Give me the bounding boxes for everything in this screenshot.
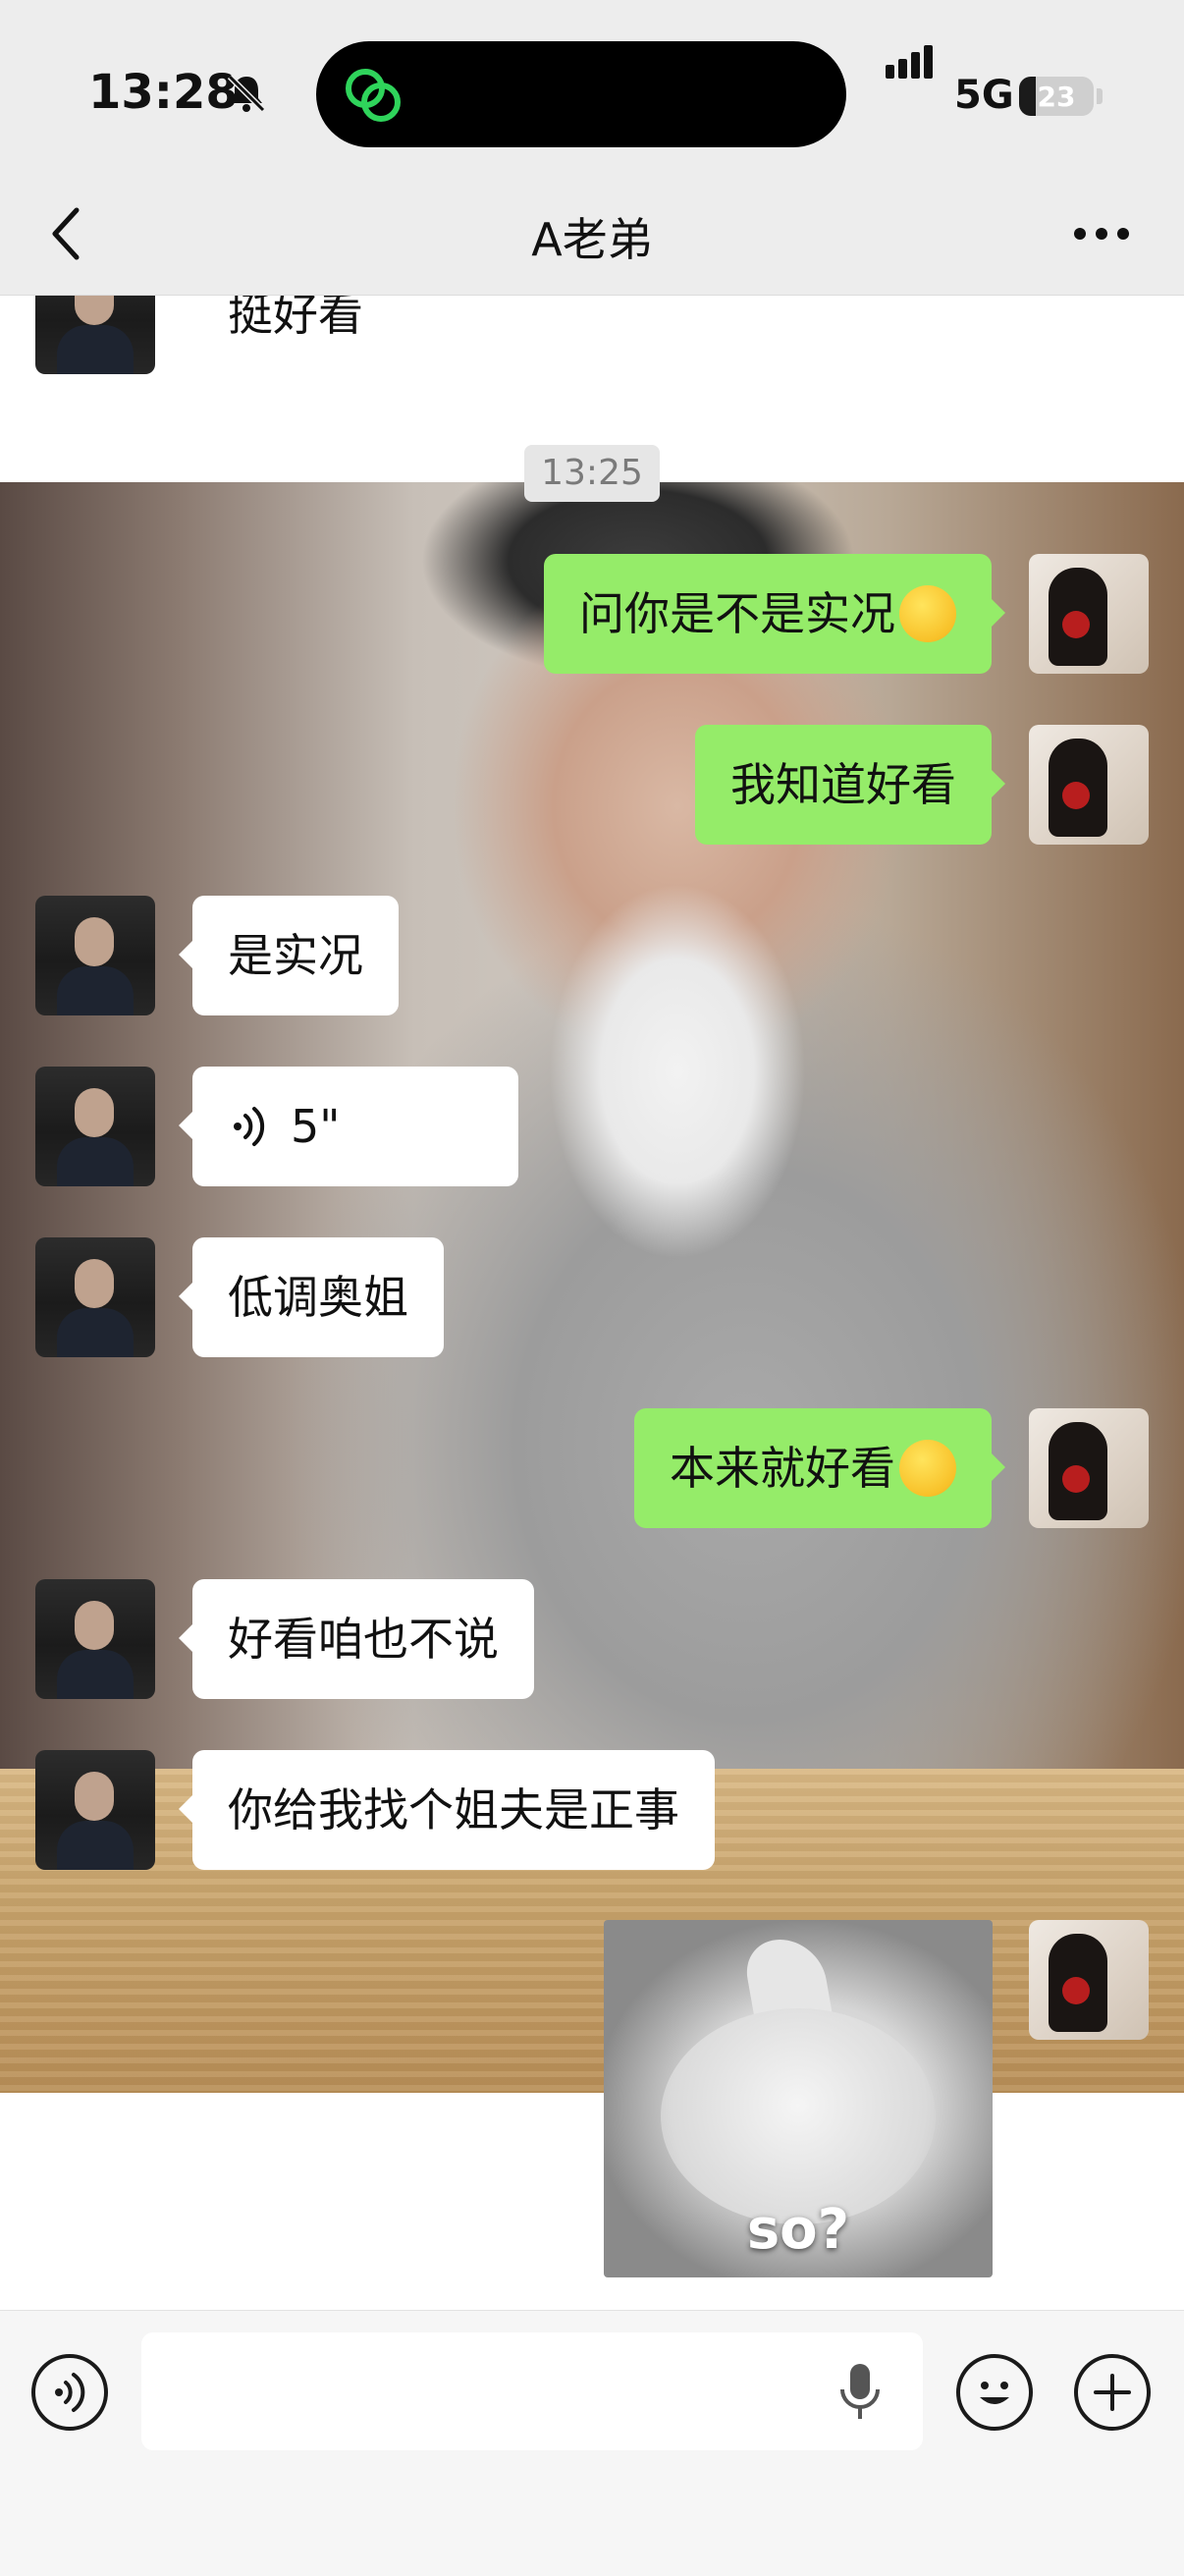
plus-button[interactable] bbox=[1074, 2354, 1151, 2431]
incoming-message[interactable]: 是实况 bbox=[179, 896, 399, 1015]
emoji-icon bbox=[980, 2382, 1009, 2404]
status-bar: 13:28 5G 23 bbox=[0, 0, 1184, 177]
outgoing-message[interactable]: 问你是不是实况 bbox=[544, 554, 1005, 674]
incoming-message[interactable]: 你给我找个姐夫是正事 bbox=[179, 1750, 715, 1870]
battery-tip bbox=[1097, 88, 1103, 104]
my-avatar[interactable] bbox=[1029, 554, 1149, 674]
plus-icon bbox=[1094, 2374, 1131, 2411]
voice-message[interactable]: 5" bbox=[179, 1067, 518, 1186]
chat-area[interactable]: 挺好看 13:25 问你是不是实况 我知道好看 是实况 5" 低调奥姐 本来就好… bbox=[0, 296, 1184, 2309]
battery-icon: 23 bbox=[1019, 77, 1094, 116]
message-text: 问你是不是实况 bbox=[579, 587, 895, 640]
contact-avatar[interactable] bbox=[35, 1237, 155, 1357]
voice-mode-button[interactable] bbox=[31, 2354, 108, 2431]
dynamic-island bbox=[316, 41, 846, 147]
contact-avatar[interactable] bbox=[35, 296, 155, 374]
my-avatar[interactable] bbox=[1029, 1920, 1149, 2040]
incoming-message[interactable]: 挺好看 bbox=[179, 296, 399, 374]
chat-title: A老弟 bbox=[531, 213, 653, 266]
outgoing-message[interactable]: 本来就好看 bbox=[634, 1408, 1005, 1528]
battery-level: 23 bbox=[1037, 81, 1076, 113]
message-timestamp: 13:25 bbox=[524, 445, 660, 502]
bell-muted-icon bbox=[227, 74, 266, 113]
contact-avatar[interactable] bbox=[35, 1579, 155, 1699]
my-avatar[interactable] bbox=[1029, 725, 1149, 845]
voice-mode-icon bbox=[55, 2373, 85, 2412]
contact-avatar[interactable] bbox=[35, 896, 155, 1015]
incoming-message[interactable]: 低调奥姐 bbox=[179, 1237, 444, 1357]
microphone-icon[interactable] bbox=[833, 2358, 888, 2427]
contact-avatar[interactable] bbox=[35, 1750, 155, 1870]
voice-wave-icon bbox=[234, 1107, 265, 1146]
smirk-emoji bbox=[899, 1439, 956, 1497]
more-dots-icon[interactable] bbox=[1074, 228, 1129, 244]
cat-sticker-image[interactable]: so? bbox=[604, 1920, 993, 2277]
laughing-tears-emoji bbox=[899, 584, 956, 642]
network-label: 5G bbox=[954, 73, 1014, 118]
emoji-button[interactable] bbox=[956, 2354, 1033, 2431]
voice-duration: 5" bbox=[291, 1100, 341, 1153]
outgoing-message[interactable]: 我知道好看 bbox=[695, 725, 1005, 845]
contact-avatar[interactable] bbox=[35, 1067, 155, 1186]
message-input[interactable] bbox=[141, 2332, 923, 2450]
wechat-audio-icon bbox=[346, 69, 401, 122]
input-bar bbox=[0, 2310, 1184, 2576]
sticker-caption: so? bbox=[746, 2198, 850, 2262]
sticker-cat-face bbox=[661, 2008, 936, 2224]
status-time: 13:28 bbox=[88, 65, 239, 120]
incoming-message[interactable]: 好看咱也不说 bbox=[179, 1579, 534, 1699]
message-text: 本来就好看 bbox=[670, 1442, 895, 1495]
chat-header: A老弟 bbox=[0, 177, 1184, 296]
my-avatar[interactable] bbox=[1029, 1408, 1149, 1528]
